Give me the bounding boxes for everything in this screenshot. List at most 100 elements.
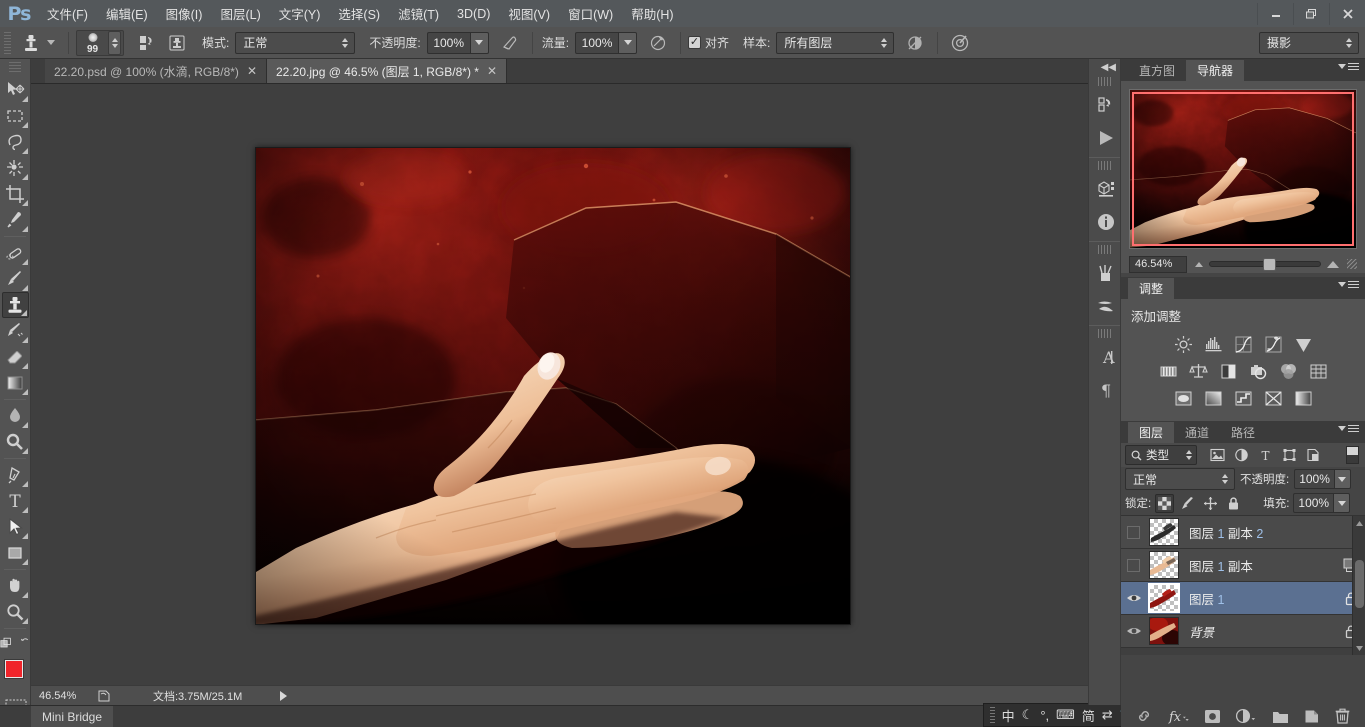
healing-brush-tool[interactable] xyxy=(2,240,29,266)
eyedropper-tool[interactable] xyxy=(2,207,29,233)
layer-thumbnail[interactable] xyxy=(1149,551,1179,579)
filter-adjustment-icon[interactable] xyxy=(1229,445,1253,465)
channel-mixer-icon[interactable] xyxy=(1277,361,1299,382)
minimize-button[interactable] xyxy=(1257,3,1293,25)
threshold-icon[interactable] xyxy=(1232,388,1254,409)
pen-tool[interactable] xyxy=(2,462,29,488)
table-row[interactable]: 背景 xyxy=(1121,615,1365,648)
layer-name[interactable]: 图层 1 副本 xyxy=(1189,556,1253,575)
blur-tool[interactable] xyxy=(2,403,29,429)
tab-layers[interactable]: 图层 xyxy=(1128,422,1174,443)
tool-presets-icon[interactable] xyxy=(1089,289,1122,322)
layer-filter-toggle[interactable] xyxy=(1346,446,1359,464)
layers-panel-menu-icon[interactable] xyxy=(1338,425,1359,432)
sample-select[interactable]: 所有图层 xyxy=(776,32,894,54)
opacity-dropdown-icon[interactable] xyxy=(471,32,489,54)
selective-color-icon[interactable] xyxy=(1292,388,1314,409)
menu-window[interactable]: 窗口(W) xyxy=(559,1,622,26)
menu-layer[interactable]: 图层(L) xyxy=(211,1,269,26)
opacity-value[interactable]: 100% xyxy=(427,32,471,54)
tab-navigator[interactable]: 导航器 xyxy=(1186,60,1244,81)
flow-value[interactable]: 100% xyxy=(575,32,619,54)
layer-fill-dropdown-icon[interactable] xyxy=(1334,493,1350,513)
ime-punctuation-icon[interactable]: °, xyxy=(1040,708,1049,723)
tab-paths[interactable]: 路径 xyxy=(1220,422,1266,443)
collapse-panels-icon[interactable]: ◀◀ xyxy=(1089,59,1120,75)
marquee-tool[interactable] xyxy=(2,103,29,129)
ignore-adjustment-layers-icon[interactable] xyxy=(900,31,930,55)
eye-icon[interactable] xyxy=(1126,625,1142,637)
info-icon[interactable] xyxy=(1089,205,1122,238)
layer-visibility-toggle[interactable] xyxy=(1121,625,1146,637)
layer-filter-kind-select[interactable]: 类型 xyxy=(1125,445,1197,465)
gradient-map-icon[interactable] xyxy=(1262,388,1284,409)
gradient-tool[interactable] xyxy=(2,370,29,396)
layer-fill-value[interactable]: 100% xyxy=(1293,493,1334,513)
crop-tool[interactable] xyxy=(2,181,29,207)
status-zoom-value[interactable]: 46.54% xyxy=(31,690,93,702)
delete-layer-icon[interactable] xyxy=(1335,708,1350,724)
ime-chinese-icon[interactable]: 中 xyxy=(1002,706,1015,725)
scroll-up-icon[interactable] xyxy=(1355,518,1364,528)
lock-position-icon[interactable] xyxy=(1201,494,1220,513)
color-swatches[interactable] xyxy=(0,658,31,696)
layer-visibility-toggle[interactable] xyxy=(1121,592,1146,604)
edit-toolbar-icon[interactable] xyxy=(0,635,13,651)
default-colors-icon[interactable] xyxy=(19,636,30,650)
lock-image-icon[interactable] xyxy=(1178,494,1197,513)
document-tab-jpg[interactable]: 22.20.jpg @ 46.5% (图层 1, RGB/8*) * ✕ xyxy=(267,59,507,83)
options-bar-grip[interactable] xyxy=(4,32,11,54)
tab-channels[interactable]: 通道 xyxy=(1174,422,1220,443)
zoom-slider-thumb[interactable] xyxy=(1263,258,1276,271)
close-button[interactable] xyxy=(1329,3,1365,25)
layer-thumbnail[interactable] xyxy=(1149,584,1179,612)
layer-opacity-field[interactable]: 100% xyxy=(1294,469,1351,489)
menu-view[interactable]: 视图(V) xyxy=(499,1,559,26)
levels-icon[interactable] xyxy=(1202,334,1224,355)
zoom-tool[interactable] xyxy=(2,599,29,625)
adjustments-panel-menu-icon[interactable] xyxy=(1338,281,1359,288)
layer-list-scrollbar[interactable] xyxy=(1352,516,1365,655)
ime-simplified-icon[interactable]: 简 xyxy=(1082,706,1095,725)
close-icon[interactable]: ✕ xyxy=(487,65,497,77)
tablet-pressure-size-icon[interactable] xyxy=(945,31,975,55)
table-row[interactable]: 图层 1 副本 xyxy=(1121,549,1365,582)
menu-help[interactable]: 帮助(H) xyxy=(622,1,682,26)
move-tool[interactable] xyxy=(2,77,29,103)
status-expand-icon[interactable] xyxy=(280,691,287,701)
scrollbar-thumb[interactable] xyxy=(1355,560,1364,608)
zoom-out-icon[interactable] xyxy=(1195,262,1203,267)
filter-pixel-icon[interactable] xyxy=(1205,445,1229,465)
eraser-tool[interactable] xyxy=(2,344,29,370)
ime-switch-icon[interactable]: ⇄ xyxy=(1102,707,1113,723)
ime-keyboard-icon[interactable]: ⌨ xyxy=(1056,707,1075,723)
photo-filter-icon[interactable] xyxy=(1247,361,1269,382)
table-row[interactable]: 图层 1 副本 2 xyxy=(1121,516,1365,549)
invert-icon[interactable] xyxy=(1172,388,1194,409)
menu-3d[interactable]: 3D(D) xyxy=(448,4,499,24)
navigator-zoom-slider[interactable] xyxy=(1187,261,1347,268)
filter-smart-icon[interactable] xyxy=(1301,445,1325,465)
aligned-checkbox[interactable]: ✓ 对齐 xyxy=(688,34,729,51)
color-lookup-icon[interactable] xyxy=(1307,361,1329,382)
layer-fill-field[interactable]: 100% xyxy=(1293,493,1350,513)
new-adjustment-icon[interactable] xyxy=(1235,708,1257,724)
panel-resize-grip[interactable] xyxy=(1347,259,1357,269)
layer-thumbnail[interactable] xyxy=(1149,617,1179,645)
dock-group-grip[interactable] xyxy=(1098,329,1111,338)
dodge-tool[interactable] xyxy=(2,429,29,455)
vibrance-icon[interactable] xyxy=(1292,334,1314,355)
zoom-in-icon[interactable] xyxy=(1327,261,1339,268)
dock-group-grip[interactable] xyxy=(1098,77,1111,86)
dock-group-grip[interactable] xyxy=(1098,161,1111,170)
layer-blend-mode-select[interactable]: 正常 xyxy=(1125,468,1235,490)
layer-opacity-value[interactable]: 100% xyxy=(1294,469,1335,489)
menu-image[interactable]: 图像(I) xyxy=(157,1,212,26)
add-mask-icon[interactable] xyxy=(1204,709,1221,724)
history-brush-tool[interactable] xyxy=(2,318,29,344)
flow-dropdown-icon[interactable] xyxy=(619,32,637,54)
brush-presets-icon[interactable] xyxy=(1089,256,1122,289)
table-row[interactable]: 图层 1 xyxy=(1121,582,1365,615)
layer-opacity-dropdown-icon[interactable] xyxy=(1335,469,1351,489)
paragraph-icon[interactable]: ¶ xyxy=(1089,373,1122,406)
